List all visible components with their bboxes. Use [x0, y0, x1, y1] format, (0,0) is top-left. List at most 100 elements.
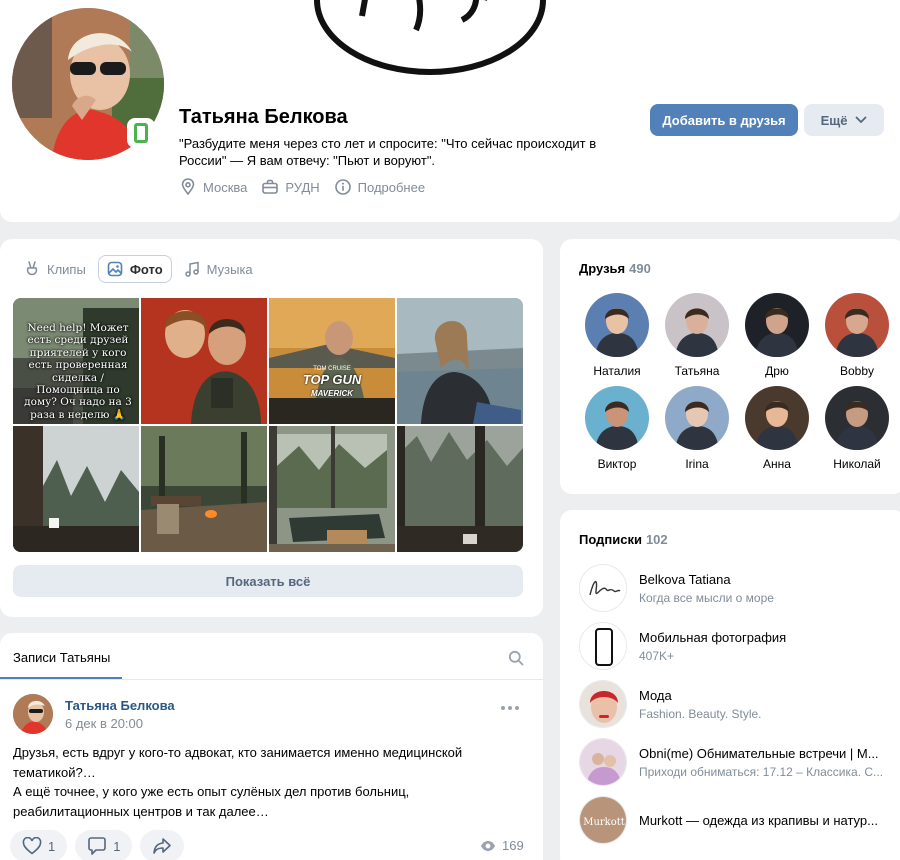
share-icon: [153, 838, 172, 854]
subscription-name[interactable]: Murkott — одежда из крапивы и натур...: [639, 813, 884, 828]
city-info[interactable]: Москва: [179, 178, 247, 196]
post-date[interactable]: 6 дек в 20:00: [65, 716, 143, 731]
friend-name[interactable]: Виктор: [598, 457, 637, 471]
photo-thumbnail[interactable]: [397, 426, 523, 552]
post-author-avatar[interactable]: [13, 694, 53, 734]
subscription-name[interactable]: Мобильная фотография: [639, 630, 884, 645]
friend-avatar[interactable]: [665, 293, 729, 357]
subscription-avatar[interactable]: [579, 738, 627, 786]
subscription-item[interactable]: Мобильная фотография 407K+: [579, 622, 889, 680]
online-mobile-badge: [127, 118, 155, 148]
city-label: Москва: [203, 179, 248, 195]
show-all-photos-button[interactable]: Показать всё: [13, 565, 523, 597]
friends-grid: Наталия Татьяна Дрю Bobby Виктор Irina Анна Ник…: [577, 293, 897, 471]
photo-thumbnail[interactable]: [141, 298, 267, 424]
friends-title[interactable]: Друзья 490: [579, 261, 651, 276]
photo-caption-text: Need help! Может есть среди друзей прият…: [24, 322, 132, 421]
friend-avatar[interactable]: [585, 293, 649, 357]
subscription-item[interactable]: Мода Fashion. Beauty. Style.: [579, 680, 889, 738]
photo-thumbnail[interactable]: [269, 426, 395, 552]
chevron-down-icon: [856, 116, 867, 124]
subscriptions-title[interactable]: Подписки 102: [579, 532, 668, 547]
friend-avatar[interactable]: [825, 293, 889, 357]
friend-avatar[interactable]: [825, 386, 889, 450]
share-button[interactable]: [140, 830, 185, 860]
friend-item[interactable]: Анна: [737, 386, 817, 471]
friend-item[interactable]: Виктор: [577, 386, 657, 471]
tab-clips[interactable]: Клипы: [16, 255, 94, 283]
subscription-avatar[interactable]: [579, 564, 627, 612]
education-info[interactable]: РУДН: [261, 178, 320, 196]
comment-button[interactable]: 1: [75, 830, 133, 860]
subscription-description: Приходи обниматься: 17.12 – Классика. С.…: [639, 765, 884, 779]
friend-avatar[interactable]: [585, 386, 649, 450]
comment-count: 1: [113, 838, 121, 854]
tab-music[interactable]: Музыка: [176, 255, 261, 283]
photo-thumbnail[interactable]: Need help! Может есть среди друзей прият…: [13, 298, 139, 424]
subscription-item[interactable]: Obni(me) Обнимательные встречи | М... При…: [579, 738, 889, 796]
subscriptions-list: Belkova Tatiana Когда все мысли о море Моб…: [579, 564, 889, 854]
friend-name[interactable]: Дрю: [765, 364, 789, 378]
subscription-description: 407K+: [639, 649, 675, 663]
friend-name[interactable]: Наталия: [593, 364, 640, 378]
subscription-avatar[interactable]: Murkott: [579, 796, 627, 844]
clips-icon: [26, 261, 38, 276]
tab-clips-label: Клипы: [47, 261, 86, 277]
friend-item[interactable]: Николай: [817, 386, 897, 471]
photo-thumbnail[interactable]: [141, 426, 267, 552]
profile-meta: Москва РУДН Подробнее: [179, 178, 425, 196]
search-icon[interactable]: [508, 650, 524, 666]
photo-thumbnail[interactable]: [397, 298, 523, 424]
subscription-name[interactable]: Belkova Tatiana: [639, 572, 884, 587]
more-dots-icon[interactable]: [500, 705, 520, 711]
friend-item[interactable]: Irina: [657, 386, 737, 471]
friends-title-label: Друзья: [579, 261, 626, 276]
subscription-avatar[interactable]: [579, 622, 627, 670]
tab-user-posts[interactable]: Записи Татьяны: [13, 650, 110, 665]
tab-photos[interactable]: Фото: [97, 255, 172, 283]
like-button[interactable]: 1: [10, 830, 68, 860]
profile-header: Татьяна Белкова "Разбудите меня через ст…: [0, 0, 900, 222]
more-info-label: Подробнее: [357, 179, 426, 195]
views-counter: 169: [480, 838, 524, 853]
friend-item[interactable]: Татьяна: [657, 293, 737, 378]
wall-card: Записи Татьяны Татьяна Белкова 6 дек в 2…: [0, 633, 543, 860]
media-tabs: Клипы Фото Музыка: [16, 255, 261, 283]
photo-icon: [107, 261, 123, 277]
heart-icon: [22, 837, 42, 855]
subscription-item[interactable]: Belkova Tatiana Когда все мысли о море: [579, 564, 889, 622]
post-author-name[interactable]: Татьяна Белкова: [65, 698, 175, 713]
add-friend-button[interactable]: Добавить в друзья: [650, 104, 798, 136]
friend-avatar[interactable]: [745, 386, 809, 450]
poster-subtitle: MAVERICK: [310, 389, 354, 398]
divider: [0, 679, 543, 680]
subscription-name[interactable]: Мода: [639, 688, 884, 703]
tab-music-label: Музыка: [206, 261, 253, 277]
friend-name[interactable]: Анна: [763, 457, 791, 471]
comment-icon: [88, 837, 107, 855]
post-text: Друзья, есть вдруг у кого-то адвокат, кт…: [13, 745, 463, 819]
university-label: РУДН: [285, 179, 320, 195]
friend-avatar[interactable]: [745, 293, 809, 357]
media-card: Клипы Фото Музыка Need help! Может есть …: [0, 239, 543, 617]
friend-item[interactable]: Bobby: [817, 293, 897, 378]
friend-name[interactable]: Николай: [833, 457, 881, 471]
subscription-avatar[interactable]: [579, 680, 627, 728]
subscriptions-title-label: Подписки: [579, 532, 642, 547]
subscription-name[interactable]: Obni(me) Обнимательные встречи | М...: [639, 746, 884, 761]
eye-icon: [481, 840, 495, 851]
subscriptions-card: Подписки 102 Belkova Tatiana Когда все мыс…: [560, 510, 900, 860]
like-count: 1: [48, 838, 56, 854]
friend-name[interactable]: Irina: [685, 457, 708, 471]
friend-avatar[interactable]: [665, 386, 729, 450]
photo-thumbnail[interactable]: TOM CRUISE TOP GUN MAVERICK: [269, 298, 395, 424]
photo-thumbnail[interactable]: [13, 426, 139, 552]
friend-name[interactable]: Татьяна: [675, 364, 720, 378]
friend-name[interactable]: Bobby: [840, 364, 874, 378]
more-actions-button[interactable]: Ещё: [804, 104, 884, 136]
friend-item[interactable]: Наталия: [577, 293, 657, 378]
friend-item[interactable]: Дрю: [737, 293, 817, 378]
more-info-link[interactable]: Подробнее: [334, 178, 425, 196]
subscription-item[interactable]: Murkott Murkott — одежда из крапивы и нат…: [579, 796, 889, 854]
location-icon: [181, 178, 195, 196]
